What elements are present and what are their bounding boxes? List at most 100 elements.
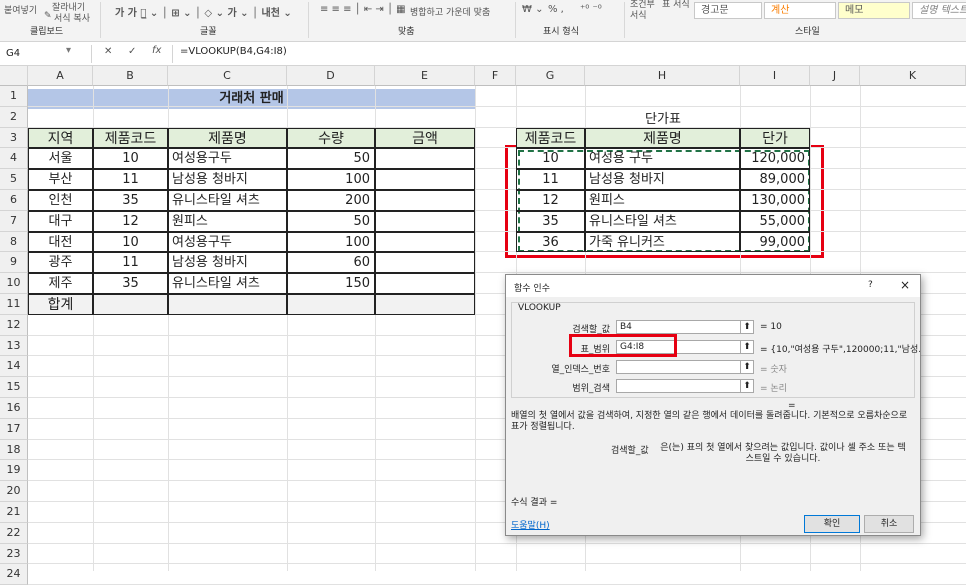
sales-cell[interactable]: 서울 [28, 148, 93, 170]
sales-amount-cell[interactable] [375, 148, 475, 170]
sales-cell[interactable]: 50 [287, 148, 375, 170]
sales-cell[interactable]: 150 [287, 273, 375, 294]
style-calculation[interactable]: 계산 [764, 2, 836, 19]
price-cell[interactable]: 유니스타일 셔츠 [585, 210, 740, 232]
sales-cell[interactable]: 제주 [28, 273, 93, 294]
sales-cell[interactable]: 광주 [28, 252, 93, 274]
row-header-10[interactable]: 10 [0, 273, 28, 294]
sales-header-cell[interactable]: 제품코드 [93, 127, 168, 149]
column-header-J[interactable]: J [810, 66, 860, 86]
total-cell[interactable] [375, 294, 475, 315]
sales-amount-cell[interactable] [375, 252, 475, 274]
total-cell[interactable] [287, 294, 375, 315]
ok-button[interactable]: 확인 [804, 515, 860, 533]
range-picker-icon[interactable]: ⬆ [740, 320, 754, 334]
row-header-15[interactable]: 15 [0, 377, 28, 398]
sales-header-cell[interactable]: 수량 [287, 127, 375, 149]
sales-cell[interactable]: 부산 [28, 169, 93, 190]
help-link[interactable]: 도움말(H) [511, 518, 550, 531]
sales-header-cell[interactable]: 제품명 [168, 127, 287, 149]
total-cell[interactable] [168, 294, 287, 315]
row-header-14[interactable]: 14 [0, 356, 28, 378]
row-header-19[interactable]: 19 [0, 460, 28, 482]
sales-cell[interactable]: 35 [93, 273, 168, 294]
price-cell[interactable]: 남성용 청바지 [585, 169, 740, 190]
select-all-corner[interactable] [0, 66, 28, 86]
arg-input-col-index[interactable] [616, 360, 741, 374]
price-cell[interactable]: 55,000 [740, 210, 810, 232]
row-header-4[interactable]: 4 [0, 148, 28, 170]
arg-input-range-lookup[interactable] [616, 379, 741, 393]
price-cell[interactable]: 89,000 [740, 169, 810, 190]
price-cell[interactable]: 가죽 유니커즈 [585, 231, 740, 253]
format-painter-icon[interactable]: ✎ [44, 11, 52, 21]
row-header-21[interactable]: 21 [0, 502, 28, 523]
range-picker-icon[interactable]: ⬆ [740, 379, 754, 393]
sales-cell[interactable]: 남성용 청바지 [168, 169, 287, 190]
align-icons[interactable]: ≡ ≡ ≡ │ ⇤ ⇥ │ ▦ [320, 4, 406, 15]
price-cell[interactable]: 11 [516, 169, 585, 190]
cancel-icon[interactable]: ✕ [104, 46, 112, 57]
column-header-H[interactable]: H [585, 66, 740, 86]
price-header-cell[interactable]: 단가 [740, 127, 810, 149]
chevron-down-icon[interactable]: ▾ [66, 45, 71, 56]
row-header-12[interactable]: 12 [0, 314, 28, 336]
row-header-13[interactable]: 13 [0, 335, 28, 357]
row-header-6[interactable]: 6 [0, 190, 28, 211]
help-icon[interactable]: ? [868, 280, 873, 290]
column-header-C[interactable]: C [168, 66, 287, 86]
name-box[interactable]: G4 [2, 45, 92, 63]
sales-cell[interactable]: 원피스 [168, 210, 287, 232]
column-header-K[interactable]: K [860, 66, 966, 86]
sales-cell[interactable]: 여성용구두 [168, 148, 287, 170]
row-header-18[interactable]: 18 [0, 439, 28, 461]
row-header-23[interactable]: 23 [0, 543, 28, 565]
column-header-G[interactable]: G [516, 66, 585, 86]
cancel-button[interactable]: 취소 [864, 515, 914, 533]
price-cell[interactable]: 10 [516, 148, 585, 170]
price-cell[interactable]: 36 [516, 231, 585, 253]
style-warning[interactable]: 경고문 [694, 2, 762, 19]
price-cell[interactable]: 원피스 [585, 190, 740, 211]
row-header-3[interactable]: 3 [0, 127, 28, 149]
total-label[interactable]: 합계 [28, 294, 93, 315]
sales-cell[interactable]: 200 [287, 190, 375, 211]
price-cell[interactable]: 130,000 [740, 190, 810, 211]
sales-cell[interactable]: 100 [287, 231, 375, 253]
row-header-20[interactable]: 20 [0, 481, 28, 502]
row-header-22[interactable]: 22 [0, 522, 28, 544]
table-format-button[interactable]: 표 서식 [662, 0, 690, 11]
row-header-24[interactable]: 24 [0, 564, 28, 585]
range-picker-icon[interactable]: ⬆ [740, 360, 754, 374]
sales-cell[interactable]: 50 [287, 210, 375, 232]
close-icon[interactable]: × [900, 278, 910, 292]
column-header-F[interactable]: F [475, 66, 516, 86]
merge-center-button[interactable]: 병합하고 가운데 맞춤 [410, 5, 490, 18]
paste-button[interactable]: 붙여넣기 [4, 3, 37, 16]
sales-amount-cell[interactable] [375, 210, 475, 232]
sales-cell[interactable]: 남성용 청바지 [168, 252, 287, 274]
style-explanation[interactable]: 설명 텍스트 [912, 2, 966, 19]
sales-amount-cell[interactable] [375, 231, 475, 253]
conditional-format-button[interactable]: 조건부 서식 [630, 0, 660, 22]
column-header-I[interactable]: I [740, 66, 810, 86]
number-format-buttons[interactable]: % , [548, 4, 564, 15]
sales-cell[interactable]: 유니스타일 셔츠 [168, 273, 287, 294]
price-cell[interactable]: 99,000 [740, 231, 810, 253]
price-cell[interactable]: 12 [516, 190, 585, 211]
sales-cell[interactable]: 60 [287, 252, 375, 274]
row-header-16[interactable]: 16 [0, 398, 28, 419]
decimal-icons[interactable]: ⁺⁰ ⁻⁰ [580, 4, 602, 15]
row-header-17[interactable]: 17 [0, 418, 28, 440]
price-header-cell[interactable]: 제품명 [585, 127, 740, 149]
range-picker-icon[interactable]: ⬆ [740, 340, 754, 354]
sales-cell[interactable]: 유니스타일 셔츠 [168, 190, 287, 211]
currency-icon[interactable]: ₩ ⌄ [522, 4, 543, 15]
column-header-B[interactable]: B [93, 66, 168, 86]
sales-cell[interactable]: 11 [93, 252, 168, 274]
arg-input-lookup-value[interactable]: B4 [616, 320, 741, 334]
style-memo[interactable]: 메모 [838, 2, 910, 19]
column-header-D[interactable]: D [287, 66, 375, 86]
bold-icon[interactable]: 가 가 가̲ ⌄ │ ⊞ ⌄ │ ◇ ⌄ 가 ⌄ │ 내천 ⌄ [115, 4, 292, 19]
row-header-5[interactable]: 5 [0, 169, 28, 190]
